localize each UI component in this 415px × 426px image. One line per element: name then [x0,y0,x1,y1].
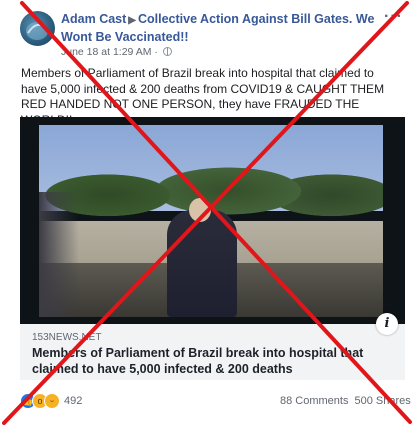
arrow-right-icon: ▶ [128,15,136,26]
link-title[interactable]: Members of Parliament of Brazil break in… [32,345,397,377]
more-options-icon[interactable]: ··· [384,8,403,26]
comments-count-link[interactable]: 88 Comments [280,395,348,407]
info-icon[interactable]: i [376,313,398,335]
video-thumbnail[interactable] [20,117,405,324]
post-meta: June 18 at 1:29 AM · [61,46,172,58]
person-figure [167,210,237,317]
reaction-count: 492 [64,395,83,407]
haha-icon: ᵕ [44,393,60,409]
video-frame [39,125,383,317]
shares-count-link[interactable]: 500 Shares [354,395,410,407]
link-preview[interactable]: 153NEWS.NET Members of Parliament of Bra… [20,324,405,380]
link-domain: 153NEWS.NET [32,332,102,343]
author-name-link[interactable]: Adam Cast [61,12,126,26]
facebook-post: Adam Cast ▶ Collective Action Against Bill… [0,0,415,426]
globe-icon [162,47,172,56]
post-header: Adam Cast ▶ Collective Action Against Bill… [61,11,381,46]
profile-avatar[interactable] [20,11,55,46]
engagement-counts: 88 Comments 500 Shares [280,395,411,407]
post-timestamp[interactable]: June 18 at 1:29 AM [61,46,151,58]
